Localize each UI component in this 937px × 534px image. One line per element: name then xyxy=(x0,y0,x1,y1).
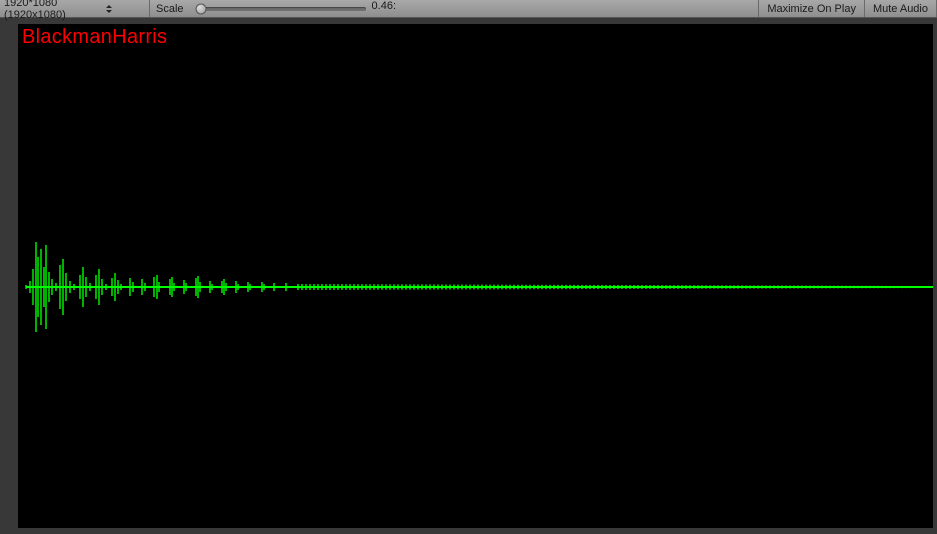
waveform-display xyxy=(18,24,933,528)
scale-value: 0.46: xyxy=(372,0,412,17)
viewport-frame: BlackmanHarris xyxy=(0,18,937,534)
aspect-ratio-dropdown[interactable]: 1920*1080 (1920x1080) xyxy=(0,0,150,17)
mute-audio-toggle[interactable]: Mute Audio xyxy=(864,0,937,17)
game-view-toolbar: 1920*1080 (1920x1080) Scale 0.46: Maximi… xyxy=(0,0,937,18)
game-viewport[interactable]: BlackmanHarris xyxy=(18,24,933,528)
scale-slider-track[interactable] xyxy=(196,7,366,11)
scale-slider-thumb[interactable] xyxy=(195,3,206,14)
dropdown-arrows-icon xyxy=(76,3,144,15)
window-function-label: BlackmanHarris xyxy=(22,26,167,49)
toolbar-spacer xyxy=(412,0,759,17)
maximize-on-play-toggle[interactable]: Maximize On Play xyxy=(758,0,864,17)
scale-label: Scale xyxy=(150,0,190,17)
aspect-ratio-label: 1920*1080 (1920x1080) xyxy=(4,0,72,21)
scale-slider[interactable] xyxy=(190,0,372,17)
